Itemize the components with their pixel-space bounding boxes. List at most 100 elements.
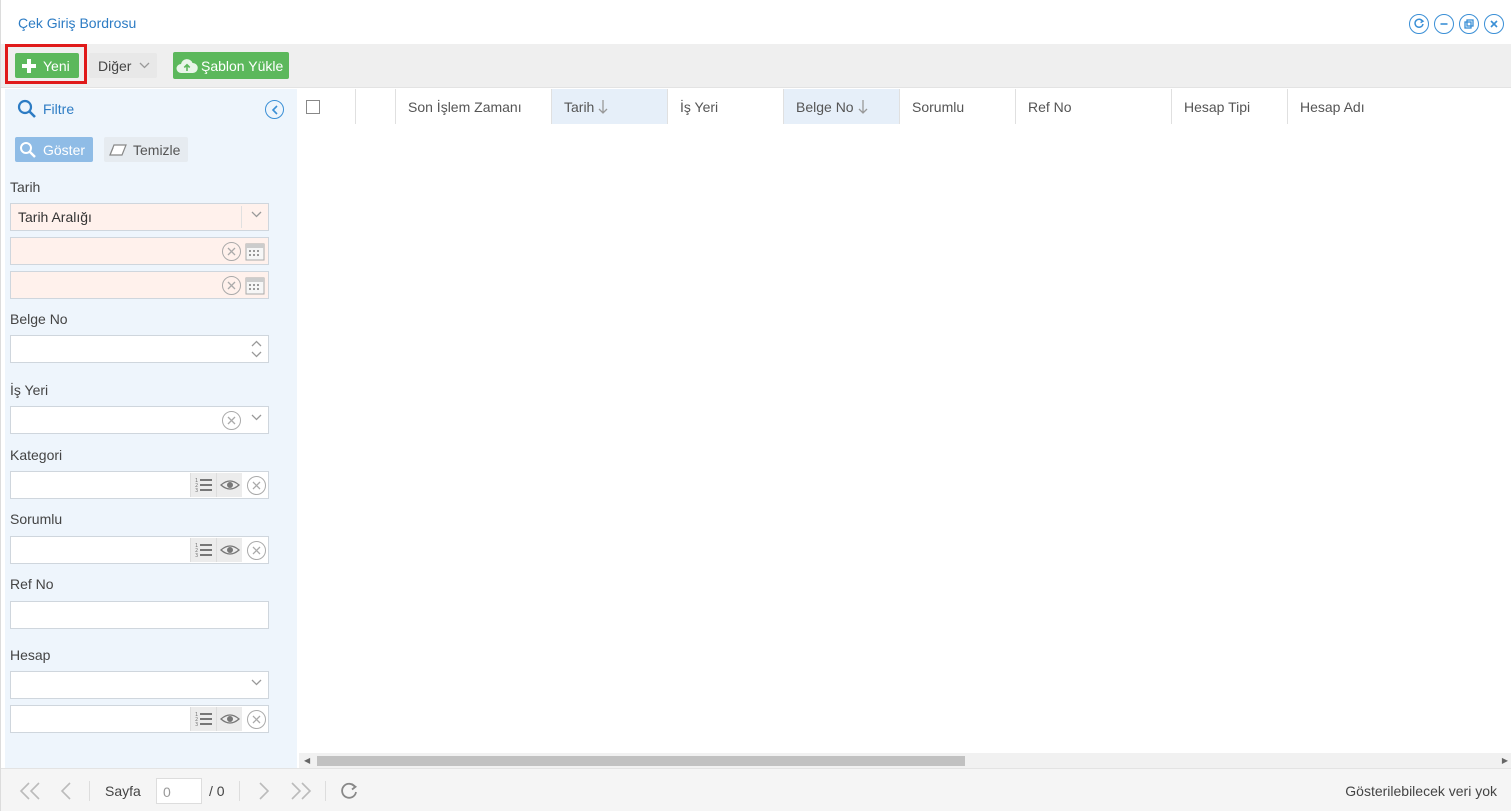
- column-header-label: Sorumlu: [912, 98, 965, 115]
- separator: [239, 781, 240, 801]
- refresh-icon[interactable]: [1409, 14, 1429, 34]
- scroll-right-icon[interactable]: ▶: [1502, 756, 1508, 765]
- window-title: Çek Giriş Bordrosu: [18, 15, 137, 31]
- grid-header: Son İşlem Zamanı Tarih İş Yeri Belge No …: [299, 89, 1511, 124]
- close-icon[interactable]: [1484, 14, 1504, 34]
- column-header-label: Belge No: [796, 98, 854, 115]
- template-upload-label: Şablon Yükle: [201, 57, 284, 74]
- ref-no-input[interactable]: [10, 601, 269, 629]
- show-button[interactable]: Göster: [15, 137, 93, 162]
- chevron-down-icon: [251, 414, 262, 421]
- minimize-icon[interactable]: [1434, 14, 1454, 34]
- plus-icon: [22, 58, 36, 73]
- page-label: Sayfa: [105, 783, 141, 799]
- list-icon[interactable]: 123: [190, 538, 216, 562]
- column-header-label: Hesap Tipi: [1184, 98, 1251, 115]
- chevron-down-icon: [251, 679, 262, 686]
- separator: [89, 781, 90, 801]
- collapse-panel-icon[interactable]: [265, 100, 284, 119]
- column-header-account-name[interactable]: Hesap Adı: [1288, 89, 1511, 124]
- date-start-field[interactable]: [10, 237, 269, 265]
- first-page-icon[interactable]: [19, 781, 41, 801]
- column-header-account-type[interactable]: Hesap Tipi: [1172, 89, 1288, 124]
- clear-icon[interactable]: [222, 411, 241, 430]
- workplace-select[interactable]: [10, 406, 269, 434]
- calendar-icon[interactable]: [244, 275, 266, 296]
- list-icon[interactable]: 123: [190, 707, 216, 731]
- filter-panel: Filtre Göster Temizle Tarih Tarih Aralığ…: [5, 89, 297, 768]
- eraser-icon: [109, 143, 127, 156]
- date-label: Tarih: [10, 179, 41, 195]
- cloud-upload-icon: [176, 58, 198, 73]
- responsible-field[interactable]: 123: [10, 536, 269, 564]
- clear-button-label: Temizle: [133, 141, 181, 158]
- separator: [325, 781, 326, 801]
- filter-title: Filtre: [43, 101, 75, 117]
- responsible-label: Sorumlu: [10, 511, 63, 527]
- clear-icon[interactable]: [247, 541, 266, 560]
- new-button-label: Yeni: [43, 57, 70, 74]
- svg-text:3: 3: [195, 722, 198, 727]
- page-total: / 0: [209, 783, 225, 799]
- sort-down-icon: [858, 99, 868, 114]
- select-all-checkbox[interactable]: [299, 89, 356, 124]
- category-field[interactable]: 123: [10, 471, 269, 499]
- eye-icon[interactable]: [216, 538, 242, 562]
- other-dropdown[interactable]: Diğer: [89, 53, 157, 78]
- spinner-icon[interactable]: [251, 339, 262, 359]
- clear-icon[interactable]: [222, 242, 241, 261]
- eye-icon[interactable]: [216, 473, 242, 497]
- restore-icon[interactable]: [1459, 14, 1479, 34]
- column-header-ref-no[interactable]: Ref No: [1016, 89, 1172, 124]
- column-header-doc-no[interactable]: Belge No: [784, 89, 900, 124]
- column-header-blank: [356, 89, 396, 124]
- clear-icon[interactable]: [222, 276, 241, 295]
- pager-status: Gösterilebilecek veri yok: [1345, 783, 1497, 799]
- next-page-icon[interactable]: [257, 781, 271, 801]
- calendar-icon[interactable]: [244, 241, 266, 262]
- column-header-label: İş Yeri: [680, 98, 719, 115]
- ref-no-label: Ref No: [10, 576, 54, 592]
- workplace-label: İş Yeri: [10, 382, 49, 398]
- svg-text:3: 3: [195, 488, 198, 493]
- scrollbar-thumb[interactable]: [317, 756, 965, 766]
- account-type-select[interactable]: [10, 671, 269, 699]
- chevron-down-icon: [251, 211, 262, 218]
- window: Çek Giriş Bordrosu Yeni Diğer Şablon Yük…: [0, 0, 1511, 811]
- filter-header: Filtre: [5, 89, 297, 129]
- last-page-icon[interactable]: [290, 781, 312, 801]
- svg-text:3: 3: [195, 553, 198, 558]
- scroll-left-icon[interactable]: ◀: [304, 756, 310, 765]
- column-header-date[interactable]: Tarih: [552, 89, 668, 124]
- date-end-field[interactable]: [10, 271, 269, 299]
- clear-icon[interactable]: [247, 710, 266, 729]
- account-label: Hesap: [10, 647, 51, 663]
- column-header-workplace[interactable]: İş Yeri: [668, 89, 784, 124]
- column-header-responsible[interactable]: Sorumlu: [900, 89, 1016, 124]
- title-bar: Çek Giriş Bordrosu: [1, 0, 1511, 44]
- column-header-last-action-time[interactable]: Son İşlem Zamanı: [396, 89, 552, 124]
- refresh-icon[interactable]: [339, 781, 359, 801]
- clear-button[interactable]: Temizle: [104, 137, 188, 162]
- column-header-label: Ref No: [1028, 98, 1072, 115]
- doc-no-input[interactable]: [10, 335, 269, 363]
- pager: Sayfa 0 / 0 Gösterilebilecek veri yok: [1, 768, 1511, 811]
- list-icon[interactable]: 123: [190, 473, 216, 497]
- previous-page-icon[interactable]: [59, 781, 73, 801]
- date-range-value: Tarih Aralığı: [18, 209, 92, 225]
- template-upload-button[interactable]: Şablon Yükle: [173, 52, 289, 79]
- column-header-label: Tarih: [564, 98, 595, 115]
- search-icon: [17, 99, 36, 118]
- doc-no-label: Belge No: [10, 311, 68, 327]
- page-input[interactable]: 0: [156, 778, 202, 804]
- checkbox[interactable]: [306, 99, 320, 114]
- clear-icon[interactable]: [247, 476, 266, 495]
- new-button[interactable]: Yeni: [15, 53, 79, 78]
- other-dropdown-label: Diğer: [98, 57, 132, 74]
- toolbar: Yeni Diğer Şablon Yükle: [1, 44, 1511, 88]
- date-range-select[interactable]: Tarih Aralığı: [10, 203, 269, 231]
- eye-icon[interactable]: [216, 707, 242, 731]
- horizontal-scrollbar[interactable]: ◀ ▶: [299, 753, 1511, 768]
- account-field[interactable]: 123: [10, 705, 269, 733]
- data-grid: Son İşlem Zamanı Tarih İş Yeri Belge No …: [299, 89, 1511, 768]
